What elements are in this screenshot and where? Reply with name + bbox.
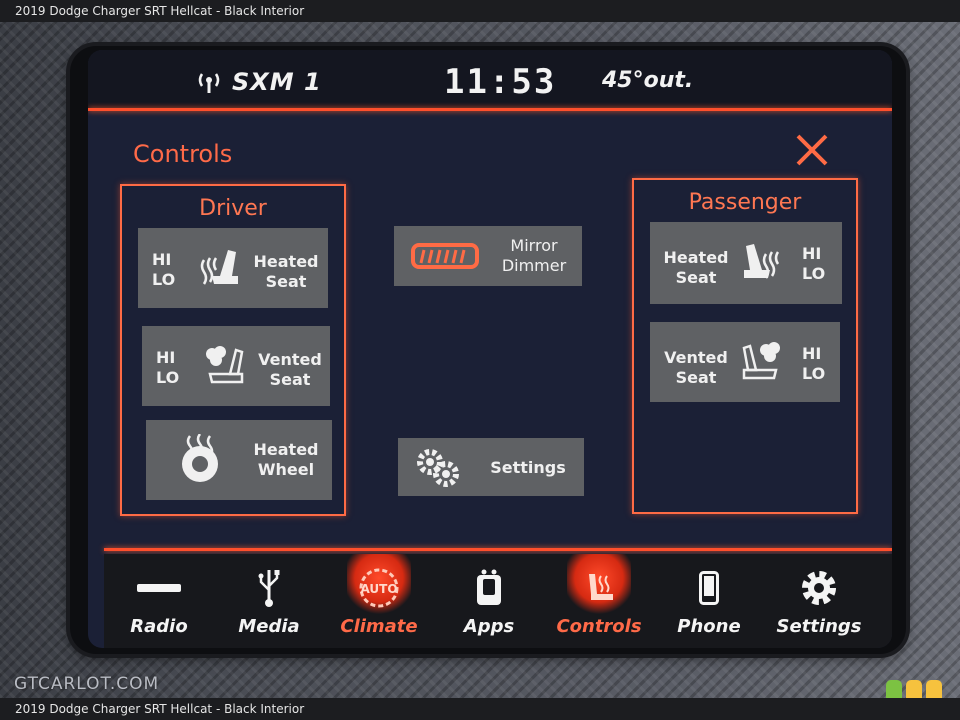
- vented-seat-label: Vented Seat: [664, 348, 728, 387]
- dock-label: Settings: [776, 616, 862, 637]
- mirror-dimmer-button[interactable]: Mirror Dimmer: [394, 226, 582, 286]
- dock-item-media[interactable]: Media: [214, 554, 324, 648]
- radio-icon: [104, 568, 214, 608]
- vent-level-lo: LO: [802, 364, 826, 383]
- dock-item-settings[interactable]: Settings: [764, 554, 874, 648]
- outside-temperature: 45°out.: [602, 68, 694, 93]
- vented-seat-label: Vented Seat: [258, 350, 322, 389]
- dashboard-background: SXM 1 11:53 45°out. Controls Driver HI L…: [0, 22, 960, 708]
- vent-level-hi: HI: [802, 344, 822, 363]
- heated-seat-label: Heated Seat: [253, 252, 319, 291]
- mirror-dimmer-label: Mirror Dimmer: [501, 236, 567, 275]
- close-button[interactable]: [792, 130, 832, 170]
- heated-seat-icon: [736, 240, 784, 290]
- radio-source[interactable]: SXM 1: [232, 68, 322, 96]
- close-icon: [796, 134, 828, 166]
- mirror-icon: [410, 242, 482, 274]
- climate-auto-icon: AUTO: [324, 554, 434, 614]
- usb-icon: [214, 568, 324, 608]
- passenger-vented-seat-button[interactable]: Vented Seat HI LO: [650, 322, 840, 402]
- settings-tile-label: Settings: [490, 458, 566, 477]
- dock-divider: [104, 548, 892, 551]
- dock-item-controls[interactable]: Controls: [544, 554, 654, 648]
- heated-wheel-icon: [176, 433, 224, 488]
- dock-item-phone[interactable]: Phone: [654, 554, 764, 648]
- apps-icon: [434, 568, 544, 608]
- passenger-title: Passenger: [688, 190, 802, 215]
- dock-label: Apps: [463, 616, 515, 637]
- vent-level-hi: HI: [156, 348, 176, 367]
- dock-label: Climate: [340, 616, 418, 637]
- driver-heated-seat-button[interactable]: HI LO Heated Seat: [138, 228, 328, 308]
- antenna-icon: [196, 72, 222, 98]
- clock: 11:53: [444, 62, 557, 102]
- caption-bottom: 2019 Dodge Charger SRT Hellcat - Black I…: [0, 698, 960, 720]
- dock-label: Media: [238, 616, 300, 637]
- passenger-panel: Passenger Heated Seat HI LO Vented Seat …: [632, 178, 858, 514]
- controls-settings-button[interactable]: Settings: [398, 438, 584, 496]
- heat-level-hi: HI: [152, 250, 172, 269]
- dock-label: Radio: [130, 616, 188, 637]
- dock-label: Controls: [556, 616, 642, 637]
- passenger-heated-seat-button[interactable]: Heated Seat HI LO: [650, 222, 842, 304]
- vented-seat-icon: [736, 340, 784, 388]
- vented-seat-icon: [202, 344, 250, 392]
- gear-icon: [764, 568, 874, 608]
- driver-title: Driver: [199, 196, 267, 221]
- phone-icon: [654, 568, 764, 608]
- caption-top: 2019 Dodge Charger SRT Hellcat - Black I…: [0, 0, 960, 22]
- vent-level-lo: LO: [156, 368, 180, 387]
- heated-seat-label: Heated Seat: [663, 248, 729, 287]
- driver-vented-seat-button[interactable]: HI LO Vented Seat: [142, 326, 330, 406]
- bottom-dock: Radio Media AUTO Climate Apps Controls P…: [104, 554, 892, 648]
- controls-seat-icon: [544, 554, 654, 614]
- status-bar: SXM 1 11:53 45°out.: [88, 50, 892, 108]
- driver-panel: Driver HI LO Heated Seat HI LO Vented Se…: [120, 184, 346, 516]
- heated-wheel-label: Heated Wheel: [253, 440, 319, 479]
- dock-item-climate[interactable]: AUTO Climate: [324, 554, 434, 648]
- heat-level-lo: LO: [152, 270, 176, 289]
- page-title: Controls: [133, 140, 233, 168]
- svg-text:AUTO: AUTO: [360, 582, 397, 596]
- gears-icon: [414, 446, 462, 494]
- heat-level-hi: HI: [802, 244, 822, 263]
- heated-wheel-button[interactable]: Heated Wheel: [146, 420, 332, 500]
- dock-label: Phone: [677, 616, 741, 637]
- watermark: GTCARLOT.COM: [14, 674, 160, 694]
- heat-level-lo: LO: [802, 264, 826, 283]
- infotainment-screen: SXM 1 11:53 45°out. Controls Driver HI L…: [88, 50, 892, 648]
- status-divider: [88, 108, 892, 111]
- dock-item-radio[interactable]: Radio: [104, 554, 214, 648]
- dock-item-apps[interactable]: Apps: [434, 554, 544, 648]
- heated-seat-icon: [198, 246, 246, 294]
